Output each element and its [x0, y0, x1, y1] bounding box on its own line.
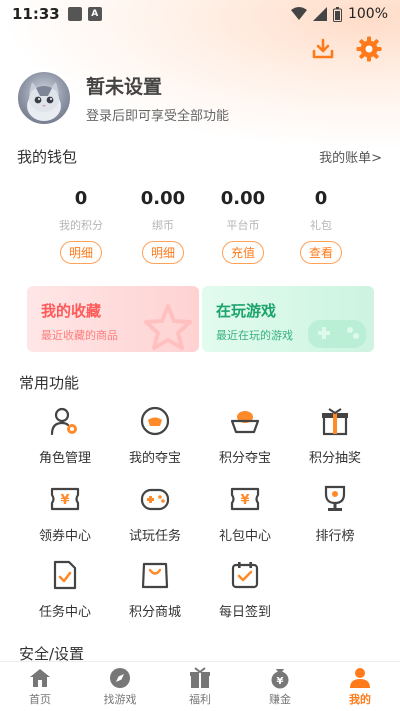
task-center-item[interactable]: 任务中心 [20, 558, 110, 620]
playing-card[interactable]: 在玩游戏 最近在玩的游戏 [202, 286, 374, 352]
svg-text:¥: ¥ [60, 493, 69, 508]
notification-icon [67, 7, 82, 21]
profile-name: 暂未设置 [86, 76, 163, 98]
quick-cards: 我的收藏 最近收藏的商品 在玩游戏 最近在玩的游戏 [27, 286, 374, 352]
points-lottery-label: 积分抽奖 [308, 451, 361, 466]
treasure-icon [138, 404, 172, 438]
tab-home[interactable]: 首页 [0, 662, 80, 711]
coupon-center-item[interactable]: ¥ 领券中心 [20, 482, 110, 544]
tab-mine[interactable]: 我的 [320, 662, 400, 711]
common-functions-title: 常用功能 [19, 374, 80, 392]
svg-text:¥: ¥ [277, 676, 284, 687]
stat-value: 0.00 [140, 188, 186, 209]
role-manage-icon [48, 404, 82, 438]
daily-checkin-item[interactable]: 每日签到 [200, 558, 290, 620]
stat-bound-coin: 0.00 绑币 明细 [123, 188, 203, 264]
stat-label: 绑币 [152, 219, 174, 232]
bottom-tab-bar: 首页 找游戏 福利 ¥ 赚金 我的 [0, 661, 400, 711]
points-treasure-label: 积分夺宝 [218, 451, 271, 466]
trophy-icon [318, 482, 352, 516]
status-bar: 11:33 A 100% [0, 0, 400, 28]
wallet-stats: 0 我的积分 明细 0.00 绑币 明细 0.00 平台币 充值 0 礼包 查看 [0, 188, 400, 272]
stat-value: 0 [314, 188, 328, 209]
profile-subtitle: 登录后即可享受全部功能 [86, 109, 230, 124]
home-icon [28, 667, 52, 689]
status-time: 11:33 [12, 5, 60, 23]
points-detail-button[interactable]: 明细 [59, 241, 102, 264]
view-gift-button[interactable]: 查看 [299, 241, 342, 264]
wallet-header: 我的钱包 我的账单> [17, 146, 382, 167]
gift-center-item[interactable]: ¥ 礼包中心 [200, 482, 290, 544]
ingot-icon [228, 404, 262, 438]
top-actions [310, 36, 382, 62]
recharge-button[interactable]: 充值 [221, 241, 264, 264]
my-treasure-label: 我的夺宝 [128, 451, 181, 466]
tab-earn[interactable]: ¥ 赚金 [240, 662, 320, 711]
points-mall-label: 积分商城 [128, 605, 181, 620]
stat-label: 平台币 [226, 219, 260, 232]
my-bill-link[interactable]: 我的账单> [319, 147, 382, 166]
tab-find-games[interactable]: 找游戏 [80, 662, 160, 711]
shopping-bag-icon [138, 558, 172, 592]
stat-platform-coin: 0.00 平台币 充值 [203, 188, 283, 264]
money-bag-icon: ¥ [268, 667, 292, 689]
svg-text:¥: ¥ [240, 493, 249, 508]
bound-coin-detail-button[interactable]: 明细 [141, 241, 184, 264]
points-lottery-item[interactable]: 积分抽奖 [290, 404, 380, 466]
stat-label: 我的积分 [59, 219, 103, 232]
gift-ticket-icon: ¥ [228, 482, 262, 516]
stat-gift-pack: 0 礼包 查看 [281, 188, 361, 264]
points-mall-item[interactable]: 积分商城 [110, 558, 200, 620]
stat-value: 0 [74, 188, 88, 209]
tab-find-games-label: 找游戏 [103, 692, 137, 706]
cat-avatar-icon [27, 82, 61, 121]
gamepad-icon [308, 320, 366, 348]
gift-center-label: 礼包中心 [218, 529, 271, 544]
trial-task-item[interactable]: 试玩任务 [110, 482, 200, 544]
battery-level: 100% [347, 6, 388, 22]
daily-checkin-label: 每日签到 [218, 605, 271, 620]
signal-icon [312, 7, 327, 21]
gamepad-icon [138, 482, 172, 516]
tab-welfare[interactable]: 福利 [160, 662, 240, 711]
star-icon [144, 304, 192, 350]
compass-icon [108, 667, 132, 689]
stat-points: 0 我的积分 明细 [41, 188, 121, 264]
task-icon [48, 558, 82, 592]
leaderboard-label: 排行榜 [315, 529, 355, 544]
my-treasure-item[interactable]: 我的夺宝 [110, 404, 200, 466]
avatar[interactable] [16, 70, 72, 126]
role-manage-label: 角色管理 [38, 451, 91, 466]
download-icon[interactable] [310, 36, 336, 62]
favorites-card[interactable]: 我的收藏 最近收藏的商品 [27, 286, 199, 352]
role-manage-item[interactable]: 角色管理 [20, 404, 110, 466]
profile-header[interactable]: 暂未设置 登录后即可享受全部功能 [16, 70, 229, 126]
coupon-center-label: 领券中心 [38, 529, 91, 544]
app-notification-icon: A [87, 7, 102, 21]
points-treasure-item[interactable]: 积分夺宝 [200, 404, 290, 466]
wallet-title: 我的钱包 [17, 148, 78, 166]
calendar-check-icon [228, 558, 262, 592]
tab-mine-label: 我的 [349, 692, 371, 706]
gift-box-icon [318, 404, 352, 438]
gear-icon[interactable] [356, 36, 382, 62]
tab-welfare-label: 福利 [189, 692, 211, 706]
gift-icon [188, 666, 212, 689]
tab-earn-label: 赚金 [269, 692, 291, 706]
user-icon [348, 667, 372, 689]
coupon-icon: ¥ [48, 482, 82, 516]
trial-task-label: 试玩任务 [128, 529, 181, 544]
stat-value: 0.00 [220, 188, 266, 209]
stat-label: 礼包 [310, 219, 332, 232]
leaderboard-item[interactable]: 排行榜 [290, 482, 380, 544]
tab-home-label: 首页 [29, 692, 51, 706]
task-center-label: 任务中心 [38, 605, 91, 620]
wifi-icon [290, 7, 307, 20]
battery-icon [332, 6, 342, 22]
